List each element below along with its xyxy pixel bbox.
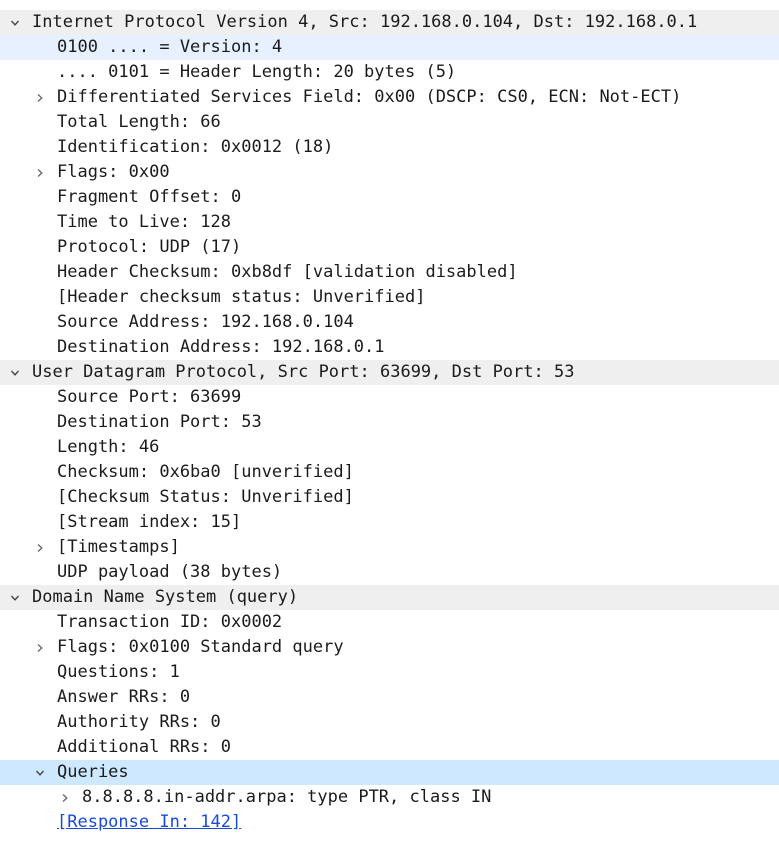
ip-ttl-field[interactable]: Time to Live: 128 — [0, 210, 779, 235]
ip-total-length-field[interactable]: Total Length: 66 — [0, 110, 779, 135]
dns-header-label: Domain Name System (query) — [32, 587, 299, 607]
ip-fragment-offset-field[interactable]: Fragment Offset: 0 — [0, 185, 779, 210]
dns-additional-rrs-field[interactable]: Additional RRs: 0 — [0, 735, 779, 760]
ip-dsfield-field[interactable]: Differentiated Services Field: 0x00 (DSC… — [0, 85, 779, 110]
udp-payload-field[interactable]: UDP payload (38 bytes) — [0, 560, 779, 585]
ip-source-address-field[interactable]: Source Address: 192.168.0.104 — [0, 310, 779, 335]
ipv4-section-header[interactable]: Internet Protocol Version 4, Src: 192.16… — [0, 10, 779, 35]
dns-response-in-row[interactable]: [Response In: 142] — [0, 810, 779, 835]
ip-version-field[interactable]: 0100 .... = Version: 4 — [0, 35, 779, 60]
dns-authority-rrs-field[interactable]: Authority RRs: 0 — [0, 710, 779, 735]
ipv4-header-label: Internet Protocol Version 4, Src: 192.16… — [32, 12, 698, 32]
chevron-down-icon[interactable] — [7, 10, 23, 35]
chevron-down-icon[interactable] — [7, 585, 23, 610]
chevron-right-icon[interactable] — [32, 85, 48, 110]
dns-queries-node[interactable]: Queries — [0, 760, 779, 785]
ip-header-length-field[interactable]: .... 0101 = Header Length: 20 bytes (5) — [0, 60, 779, 85]
udp-source-port-field[interactable]: Source Port: 63699 — [0, 385, 779, 410]
ip-header-checksum-field[interactable]: Header Checksum: 0xb8df [validation disa… — [0, 260, 779, 285]
packet-details-tree: Internet Protocol Version 4, Src: 192.16… — [0, 10, 779, 835]
chevron-right-icon[interactable] — [57, 785, 73, 810]
ip-destination-address-field[interactable]: Destination Address: 192.168.0.1 — [0, 335, 779, 360]
ip-identification-field[interactable]: Identification: 0x0012 (18) — [0, 135, 779, 160]
udp-timestamps-field[interactable]: [Timestamps] — [0, 535, 779, 560]
ip-checksum-status-field[interactable]: [Header checksum status: Unverified] — [0, 285, 779, 310]
dns-transaction-id-field[interactable]: Transaction ID: 0x0002 — [0, 610, 779, 635]
chevron-right-icon[interactable] — [32, 535, 48, 560]
udp-length-field[interactable]: Length: 46 — [0, 435, 779, 460]
ip-flags-field[interactable]: Flags: 0x00 — [0, 160, 779, 185]
dns-flags-field[interactable]: Flags: 0x0100 Standard query — [0, 635, 779, 660]
dns-query-entry[interactable]: 8.8.8.8.in-addr.arpa: type PTR, class IN — [0, 785, 779, 810]
udp-section-header[interactable]: User Datagram Protocol, Src Port: 63699,… — [0, 360, 779, 385]
udp-checksum-field[interactable]: Checksum: 0x6ba0 [unverified] — [0, 460, 779, 485]
udp-checksum-status-field[interactable]: [Checksum Status: Unverified] — [0, 485, 779, 510]
udp-destination-port-field[interactable]: Destination Port: 53 — [0, 410, 779, 435]
response-in-link[interactable]: [Response In: 142] — [57, 810, 241, 835]
chevron-right-icon[interactable] — [32, 635, 48, 660]
chevron-down-icon[interactable] — [32, 760, 48, 785]
dns-section-header[interactable]: Domain Name System (query) — [0, 585, 779, 610]
ip-protocol-field[interactable]: Protocol: UDP (17) — [0, 235, 779, 260]
udp-header-label: User Datagram Protocol, Src Port: 63699,… — [32, 362, 575, 382]
udp-stream-index-field[interactable]: [Stream index: 15] — [0, 510, 779, 535]
dns-questions-field[interactable]: Questions: 1 — [0, 660, 779, 685]
chevron-down-icon[interactable] — [7, 360, 23, 385]
chevron-right-icon[interactable] — [32, 160, 48, 185]
dns-answer-rrs-field[interactable]: Answer RRs: 0 — [0, 685, 779, 710]
